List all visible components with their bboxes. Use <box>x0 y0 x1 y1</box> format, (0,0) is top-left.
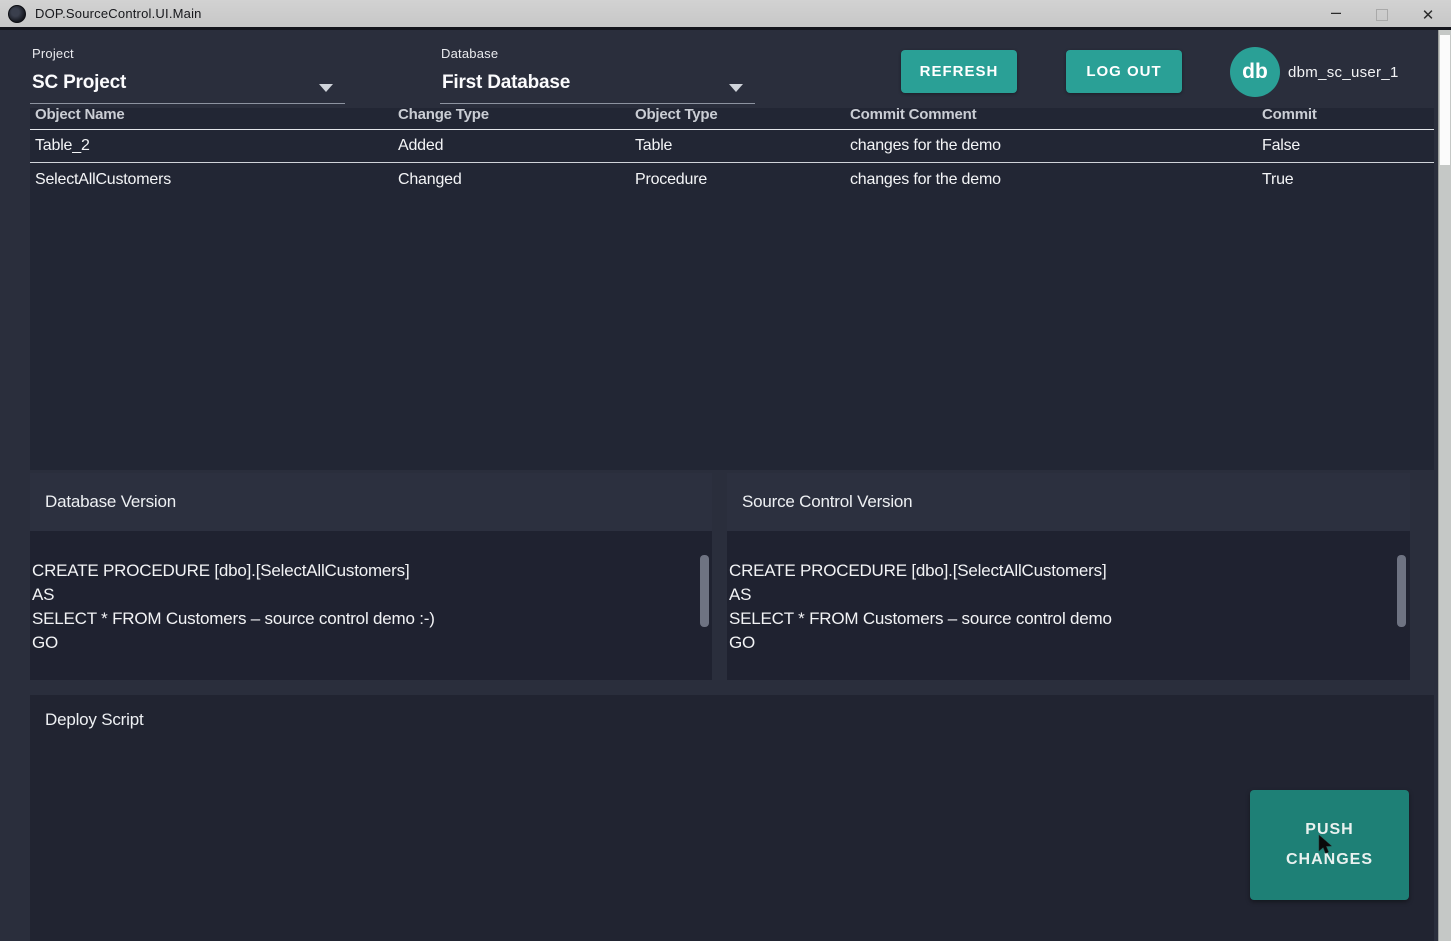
project-dropdown-value: SC Project <box>32 72 127 93</box>
deploy-script-panel: Deploy Script <box>30 695 1434 941</box>
close-button[interactable]: ✕ <box>1405 1 1451 29</box>
table-row[interactable]: Table_2 Added Table changes for the demo… <box>30 129 1434 163</box>
username-label: dbm_sc_user_1 <box>1288 64 1399 81</box>
maximize-icon <box>1376 9 1388 21</box>
database-version-panel: Database Version CREATE PROCEDURE [dbo].… <box>30 473 712 680</box>
refresh-button[interactable]: REFRESH <box>901 50 1017 93</box>
column-header-commit-comment[interactable]: Commit Comment <box>845 108 1257 123</box>
project-dropdown[interactable]: SC Project <box>30 70 345 104</box>
column-header-commit[interactable]: Commit <box>1257 108 1434 123</box>
maximize-button[interactable] <box>1359 1 1405 29</box>
source-control-version-title: Source Control Version <box>742 492 913 511</box>
source-control-version-panel: Source Control Version CREATE PROCEDURE … <box>727 473 1410 680</box>
deploy-script-title: Deploy Script <box>45 710 144 729</box>
source-control-version-header: Source Control Version <box>727 473 1410 531</box>
window-title: DOP.SourceControl.UI.Main <box>35 6 202 21</box>
column-header-change-type[interactable]: Change Type <box>393 108 630 123</box>
cell-object-name: Table_2 <box>35 137 90 154</box>
push-changes-line2: CHANGES <box>1285 851 1373 868</box>
sql-code: CREATE PROCEDURE [dbo].[SelectAllCustome… <box>32 561 435 652</box>
window-scrollbar[interactable] <box>1438 30 1451 941</box>
push-changes-button[interactable]: PUSH CHANGES <box>1250 790 1409 900</box>
logout-button[interactable]: LOG OUT <box>1066 50 1182 93</box>
database-version-code[interactable]: CREATE PROCEDURE [dbo].[SelectAllCustome… <box>30 531 712 680</box>
avatar[interactable]: db <box>1230 47 1280 97</box>
scrollbar-thumb[interactable] <box>700 555 709 627</box>
database-label: Database <box>441 46 499 61</box>
window-scrollbar-thumb[interactable] <box>1440 35 1450 165</box>
database-version-header: Database Version <box>30 473 712 531</box>
cell-commit-comment: changes for the demo <box>850 137 1001 154</box>
minimize-button[interactable]: – <box>1313 1 1359 29</box>
titlebar[interactable]: DOP.SourceControl.UI.Main – ✕ <box>0 0 1451 30</box>
column-header-object-type[interactable]: Object Type <box>630 108 845 123</box>
chevron-down-icon <box>319 84 333 92</box>
project-label: Project <box>32 46 74 61</box>
cell-commit: False <box>1262 137 1301 154</box>
database-dropdown[interactable]: First Database <box>440 70 755 104</box>
cell-object-name: SelectAllCustomers <box>35 171 172 188</box>
sql-code: CREATE PROCEDURE [dbo].[SelectAllCustome… <box>729 561 1112 652</box>
database-version-title: Database Version <box>45 492 176 511</box>
cell-change-type: Added <box>398 137 444 154</box>
scrollbar-thumb[interactable] <box>1397 555 1406 627</box>
grid-header-row[interactable]: Object Name Change Type Object Type Comm… <box>30 108 1434 129</box>
column-header-object-name[interactable]: Object Name <box>30 108 393 123</box>
cell-commit: True <box>1262 171 1294 188</box>
cell-object-type: Procedure <box>635 171 708 188</box>
source-control-version-code[interactable]: CREATE PROCEDURE [dbo].[SelectAllCustome… <box>727 531 1410 680</box>
app-icon <box>8 4 26 23</box>
cell-change-type: Changed <box>398 171 462 188</box>
table-row[interactable]: SelectAllCustomers Changed Procedure cha… <box>30 163 1434 197</box>
chevron-down-icon <box>729 84 743 92</box>
window-controls: – ✕ <box>1313 0 1451 30</box>
cell-commit-comment: changes for the demo <box>850 171 1001 188</box>
database-dropdown-value: First Database <box>442 72 571 93</box>
app-window: DOP.SourceControl.UI.Main – ✕ Project SC… <box>0 0 1451 941</box>
cell-object-type: Table <box>635 137 673 154</box>
push-changes-line1: PUSH <box>1305 821 1354 838</box>
changes-grid: Object Name Change Type Object Type Comm… <box>30 108 1434 470</box>
